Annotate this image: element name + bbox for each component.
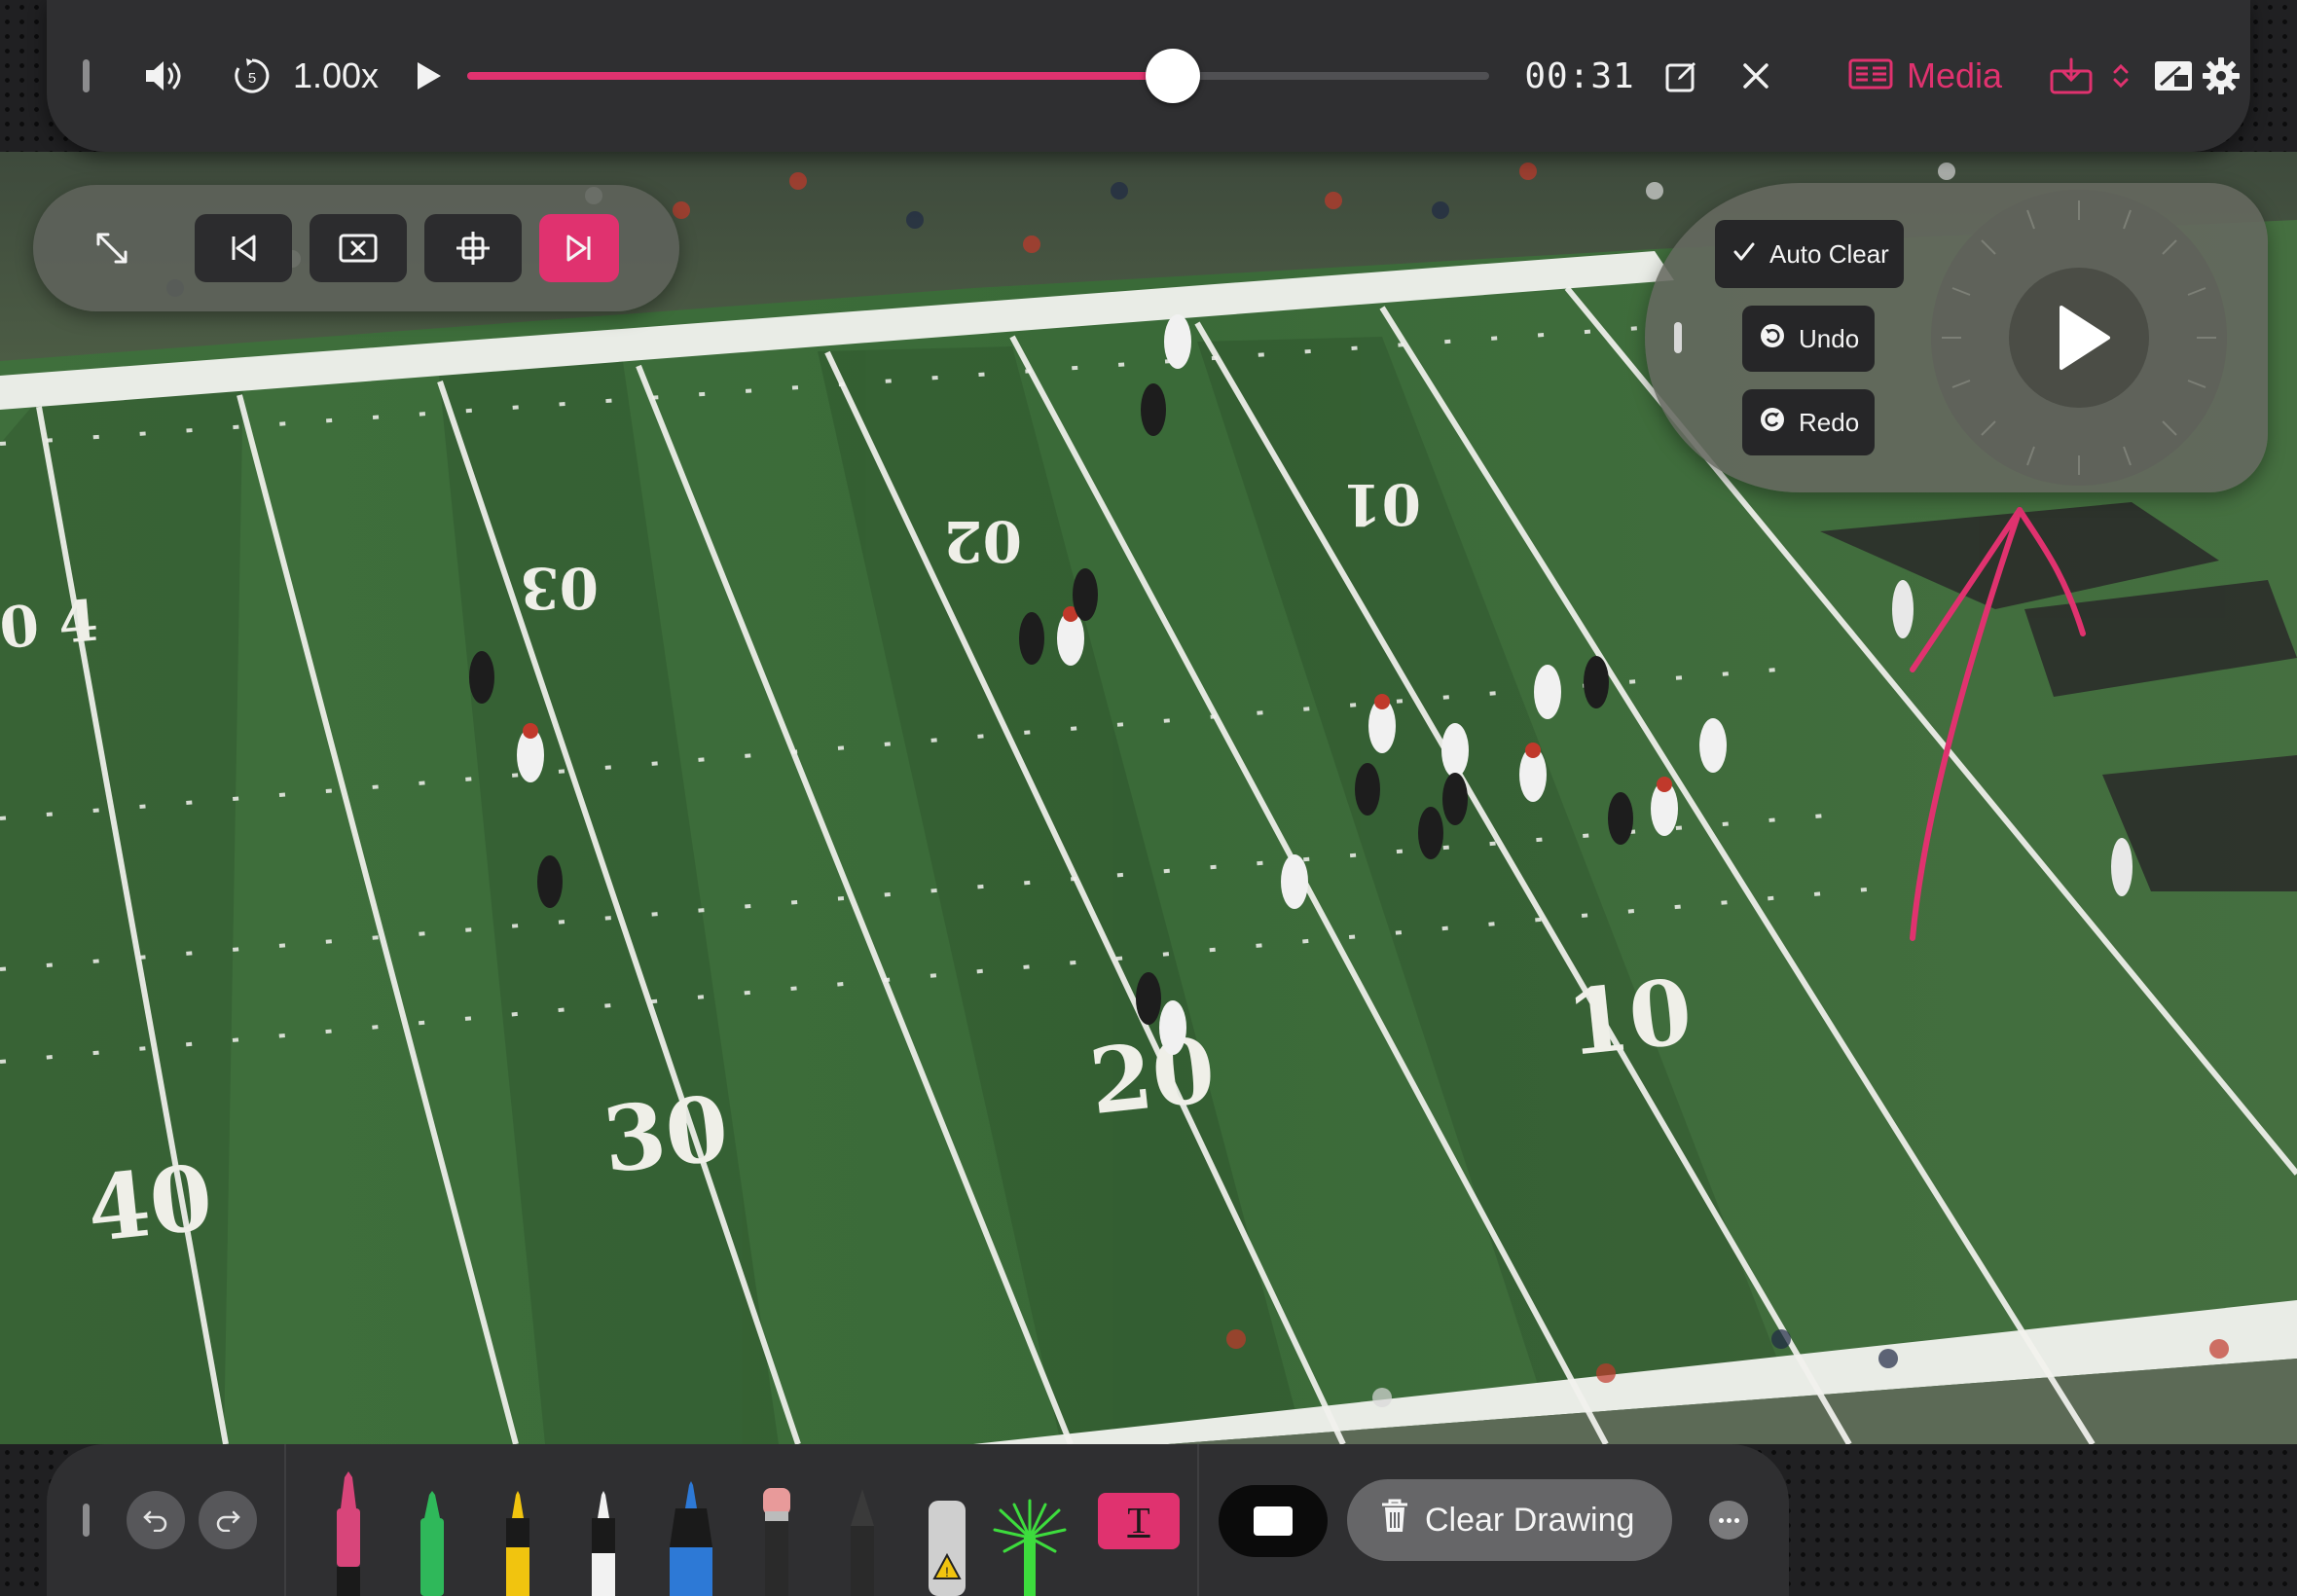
rectangle-icon — [1254, 1506, 1293, 1536]
edit-icon[interactable] — [1653, 0, 1711, 152]
undo-icon — [1760, 323, 1785, 355]
media-icon — [1848, 57, 1893, 95]
yellow-marker[interactable] — [498, 1489, 537, 1596]
media-label: Media — [1906, 55, 2003, 95]
divider — [1197, 1444, 1199, 1596]
media-button[interactable]: Media — [1799, 0, 2052, 152]
text-tool-icon: T — [1127, 1501, 1150, 1542]
playback-speed[interactable]: 1.00x — [292, 0, 380, 152]
redo-icon — [216, 1510, 240, 1532]
auto-clear-toggle[interactable]: Auto Clear — [1715, 220, 1904, 288]
clear-drawing-label: Clear Drawing — [1425, 1501, 1635, 1539]
text-tool-button[interactable]: T — [1098, 1493, 1180, 1549]
spray[interactable] — [991, 1499, 1069, 1596]
redo-label: Redo — [1799, 407, 1860, 437]
timecode: 00:31 — [1524, 55, 1635, 96]
volume-icon[interactable] — [130, 0, 199, 152]
trash-icon — [1380, 1499, 1409, 1542]
player-control-bar: 5 1.00x 00:31 Media — [47, 0, 2250, 152]
progress-thumb[interactable] — [1146, 49, 1200, 103]
chevron-updown-icon[interactable] — [2106, 0, 2135, 152]
auto-clear-label: Auto Clear — [1769, 238, 1889, 269]
undo-button[interactable]: Undo — [1742, 306, 1875, 372]
divider — [284, 1444, 286, 1596]
progress-fill — [467, 72, 1173, 80]
shape-tool-button[interactable] — [1219, 1485, 1328, 1557]
svg-text:!: ! — [945, 1564, 949, 1579]
blue-marker[interactable] — [662, 1479, 720, 1596]
svg-text:20: 20 — [1085, 1017, 1221, 1135]
drawing-panel: Auto Clear Undo Redo — [1645, 183, 2268, 492]
redo-icon — [1760, 407, 1785, 439]
redo-stroke-button[interactable] — [199, 1491, 257, 1549]
svg-text:0 4: 0 4 — [0, 588, 100, 663]
svg-text:5: 5 — [248, 70, 256, 87]
clear-frame-icon[interactable] — [310, 214, 407, 282]
play-icon[interactable] — [399, 0, 457, 152]
clear-drawing-button[interactable]: Clear Drawing — [1347, 1479, 1672, 1561]
gear-icon[interactable] — [2192, 0, 2250, 152]
download-icon[interactable] — [2042, 0, 2100, 152]
eraser[interactable] — [757, 1484, 796, 1596]
svg-text:10: 10 — [1562, 959, 1697, 1076]
undo-icon — [143, 1510, 167, 1532]
svg-text:02: 02 — [943, 508, 1022, 574]
crosshair-icon[interactable] — [424, 214, 522, 282]
svg-text:40: 40 — [83, 1144, 218, 1262]
more-options-icon[interactable] — [1709, 1501, 1748, 1540]
frame-toolbar — [33, 185, 679, 311]
drawing-toolbar: ! T Clear Drawing — [47, 1444, 1789, 1596]
svg-text:03: 03 — [520, 555, 599, 621]
expand-icon[interactable] — [78, 214, 146, 282]
checkmark-icon — [1732, 239, 1756, 270]
pink-marker[interactable] — [329, 1469, 368, 1596]
undo-label: Undo — [1799, 323, 1860, 353]
pencil[interactable] — [843, 1487, 882, 1596]
redo-button[interactable]: Redo — [1742, 389, 1875, 455]
white-marker[interactable] — [584, 1489, 623, 1596]
close-icon[interactable] — [1727, 0, 1785, 152]
drag-handle-icon[interactable] — [76, 1444, 95, 1596]
replay-5-icon[interactable]: 5 — [218, 0, 286, 152]
svg-text:30: 30 — [599, 1075, 734, 1193]
drag-handle-icon[interactable] — [76, 0, 95, 152]
drag-handle-icon[interactable] — [1674, 322, 1682, 353]
skip-forward-icon[interactable] — [539, 214, 619, 282]
green-marker[interactable] — [413, 1489, 452, 1596]
highlighter[interactable]: ! — [923, 1499, 971, 1596]
undo-stroke-button[interactable] — [127, 1491, 185, 1549]
jog-dial[interactable] — [1923, 187, 2235, 489]
svg-text:01: 01 — [1342, 471, 1421, 537]
skip-back-icon[interactable] — [195, 214, 292, 282]
